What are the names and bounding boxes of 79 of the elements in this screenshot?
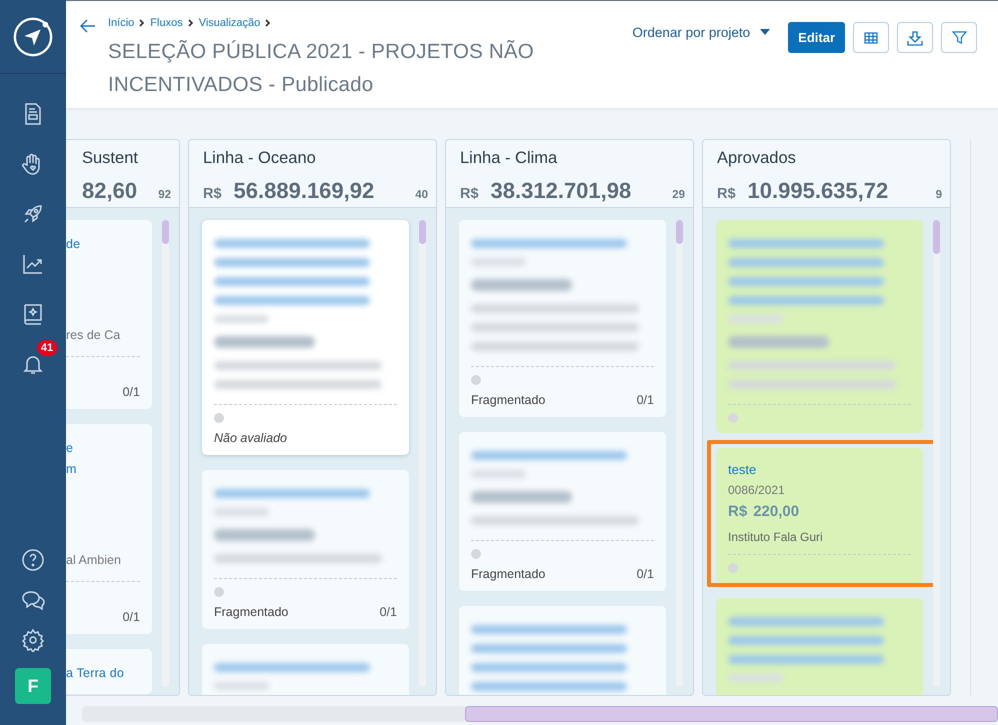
chevron-icon xyxy=(265,19,272,27)
logo-icon[interactable] xyxy=(12,16,54,58)
column-total: 82,60 xyxy=(82,178,138,204)
help-icon[interactable] xyxy=(21,548,45,572)
breadcrumb-link[interactable]: Fluxos xyxy=(150,17,183,29)
card-count: 29 xyxy=(672,189,685,201)
caret-icon xyxy=(760,29,770,35)
chevron-icon xyxy=(139,19,146,27)
column-title: Sustent xyxy=(82,149,139,168)
breadcrumb-link[interactable]: Visualização xyxy=(198,17,260,29)
project-card[interactable]: Fragmentado 0/1 xyxy=(459,220,666,417)
sort-dropdown[interactable]: Ordenar por projeto xyxy=(632,17,780,47)
organization-name: al Ambien xyxy=(66,552,122,569)
currency-label: R$ xyxy=(728,503,748,520)
project-code: 0086/2021 xyxy=(728,483,786,497)
scrollbar[interactable] xyxy=(162,220,169,687)
project-title: de xyxy=(66,236,82,253)
back-arrow-icon[interactable] xyxy=(80,19,96,33)
column-total: 38.312.701,98 xyxy=(490,178,632,204)
download-button[interactable] xyxy=(897,22,933,53)
project-card[interactable]: e m al Ambien 0/1 xyxy=(66,424,152,634)
currency-label: R$ xyxy=(460,186,479,202)
project-title[interactable]: teste xyxy=(728,462,911,477)
status-dot xyxy=(471,375,481,385)
table-view-button[interactable] xyxy=(853,22,889,53)
column-title: Linha - Clima xyxy=(460,149,558,168)
column-total: 10.995.635,72 xyxy=(748,178,888,204)
currency-label: R$ xyxy=(717,186,736,202)
blurred-text xyxy=(214,315,269,323)
breadcrumb-link[interactable]: Início xyxy=(108,17,134,29)
edit-button[interactable]: Editar xyxy=(788,22,845,53)
download-tray-icon xyxy=(907,30,923,46)
chart-icon[interactable] xyxy=(21,252,45,276)
filter-icon xyxy=(952,30,966,45)
filter-button[interactable] xyxy=(941,22,977,53)
blurred-text xyxy=(728,315,783,323)
card-count: 40 xyxy=(415,189,428,201)
project-amount: 220,00 xyxy=(753,503,800,520)
organization-name: Instituto Fala Guri xyxy=(728,530,824,544)
column-total: 56.889.169,92 xyxy=(234,178,374,204)
column-title: Linha - Oceano xyxy=(203,149,317,168)
card-count: 92 xyxy=(158,189,171,201)
project-title: e xyxy=(66,440,74,457)
progress-count: 0/1 xyxy=(380,605,397,619)
project-title: a Terra do xyxy=(66,665,126,682)
scrollbar[interactable] xyxy=(933,220,940,687)
page-title: SELEÇÃO PÚBLICA 2021 - PROJETOS NÃO INCENTIVADOS - Publicado xyxy=(108,39,535,98)
project-card[interactable]: Não avaliado xyxy=(202,220,409,455)
status-dot xyxy=(214,413,224,423)
currency-label: R$ xyxy=(203,186,222,202)
horizontal-scrollbar[interactable] xyxy=(82,706,998,722)
organization-name: res de Ca xyxy=(66,327,122,344)
status-dot xyxy=(214,587,224,597)
progress-count: 0/1 xyxy=(122,610,140,624)
project-card[interactable]: de res de Ca 0/1 xyxy=(66,220,152,409)
project-card[interactable]: a Terra do xyxy=(66,649,152,694)
status-label: Fragmentado xyxy=(471,393,546,407)
status-label: Não avaliado xyxy=(214,431,287,445)
progress-count: 0/1 xyxy=(122,385,140,399)
table-icon xyxy=(864,32,878,44)
column-title: Aprovados xyxy=(717,149,797,168)
settings-icon[interactable] xyxy=(21,628,45,652)
status-label: Fragmentado xyxy=(214,605,288,619)
card-count: 9 xyxy=(936,189,942,201)
notification-badge: 41 xyxy=(37,340,57,356)
project-card[interactable]: Fragmentado 0/1 xyxy=(459,432,666,591)
blurred-text xyxy=(728,674,783,682)
scrollbar[interactable] xyxy=(676,220,683,687)
scrollbar[interactable] xyxy=(419,220,426,687)
project-card[interactable]: Fragmentado 0/1 xyxy=(202,470,409,629)
progress-count: 0/1 xyxy=(636,393,654,407)
status-dot xyxy=(471,549,481,559)
project-card[interactable]: teste 0086/2021 R$ 220,00 Instituto Fala Guri xyxy=(716,448,923,583)
status-dot xyxy=(728,413,738,423)
status-label: Fragmentado xyxy=(471,567,546,581)
status-dot xyxy=(728,563,738,573)
progress-count: 0/1 xyxy=(636,567,654,581)
project-title: m xyxy=(66,461,78,478)
chevron-icon xyxy=(188,19,194,27)
